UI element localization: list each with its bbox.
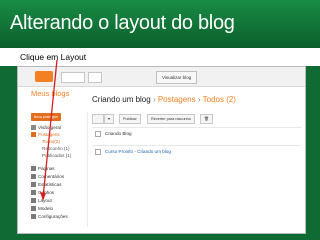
- sidebar-item-overview[interactable]: Visão geral: [31, 125, 61, 131]
- sidebar-item-pages[interactable]: Páginas: [31, 166, 55, 172]
- sidebar-item-published[interactable]: Publicados (1): [42, 153, 71, 158]
- sidebar-item-layout[interactable]: Layout: [31, 198, 52, 204]
- select-all-checkbox[interactable]: [92, 114, 104, 124]
- delete-icon[interactable]: 🗑: [200, 114, 213, 124]
- label-button[interactable]: ▾: [104, 114, 114, 124]
- topbar-button[interactable]: [61, 72, 85, 83]
- caption-bar: Clique em Layout: [0, 48, 320, 66]
- home-icon: [31, 125, 36, 131]
- template-icon: [31, 206, 36, 212]
- sidebar-item-drafts[interactable]: Rascunho (1): [42, 146, 70, 151]
- new-post-button[interactable]: Nova postagem: [31, 113, 61, 121]
- sidebar-heading[interactable]: Meus blogs: [31, 89, 69, 98]
- slide-title: Alterando o layout do blog: [10, 12, 235, 34]
- sidebar-item-comments[interactable]: Comentários: [31, 174, 64, 180]
- sidebar-item-earnings[interactable]: Ganhos: [31, 190, 54, 196]
- post-row[interactable]: Criando Blog: [92, 127, 302, 139]
- post-checkbox[interactable]: [95, 131, 101, 137]
- post-title[interactable]: Curso Proinfo - Criando um blog: [105, 149, 171, 154]
- filter-breadcrumb[interactable]: Todos (2): [203, 95, 236, 104]
- slide-header: Alterando o layout do blog: [0, 0, 320, 48]
- slide-caption: Clique em Layout: [20, 52, 87, 62]
- blogger-logo-icon: [35, 71, 53, 82]
- pages-icon: [31, 166, 36, 172]
- settings-icon: [31, 214, 36, 220]
- post-row[interactable]: Curso Proinfo - Criando um blog: [92, 145, 302, 157]
- earnings-icon: [31, 190, 36, 196]
- sidebar-item-all[interactable]: Todos(2): [42, 139, 60, 144]
- revert-to-draft-button[interactable]: Reverter para rascunho: [147, 114, 195, 124]
- app-topbar: Visualizar blog: [18, 67, 305, 87]
- comments-icon: [31, 174, 36, 180]
- stats-icon: [31, 182, 36, 188]
- page-title: Criando um blog › Postagens › Todos (2): [92, 95, 236, 104]
- view-blog-button[interactable]: Visualizar blog: [156, 71, 198, 84]
- post-title[interactable]: Criando Blog: [105, 131, 132, 136]
- topbar-button[interactable]: [88, 72, 102, 83]
- layout-icon: [31, 198, 36, 204]
- blog-name: Criando um blog: [92, 95, 151, 104]
- sidebar-divider: [87, 112, 88, 227]
- sidebar-item-settings[interactable]: Configurações: [31, 214, 68, 220]
- sidebar-item-posts[interactable]: Postagens: [31, 132, 60, 138]
- sidebar-item-stats[interactable]: Estatísticas: [31, 182, 62, 188]
- post-checkbox[interactable]: [95, 149, 101, 155]
- posts-breadcrumb[interactable]: Postagens: [158, 95, 196, 104]
- blogger-screenshot: Visualizar blog Meus blogs Nova postagem…: [17, 66, 306, 234]
- posts-icon: [31, 132, 36, 138]
- sidebar-item-template[interactable]: Modelo: [31, 206, 53, 212]
- publish-button[interactable]: Publicar: [119, 114, 141, 124]
